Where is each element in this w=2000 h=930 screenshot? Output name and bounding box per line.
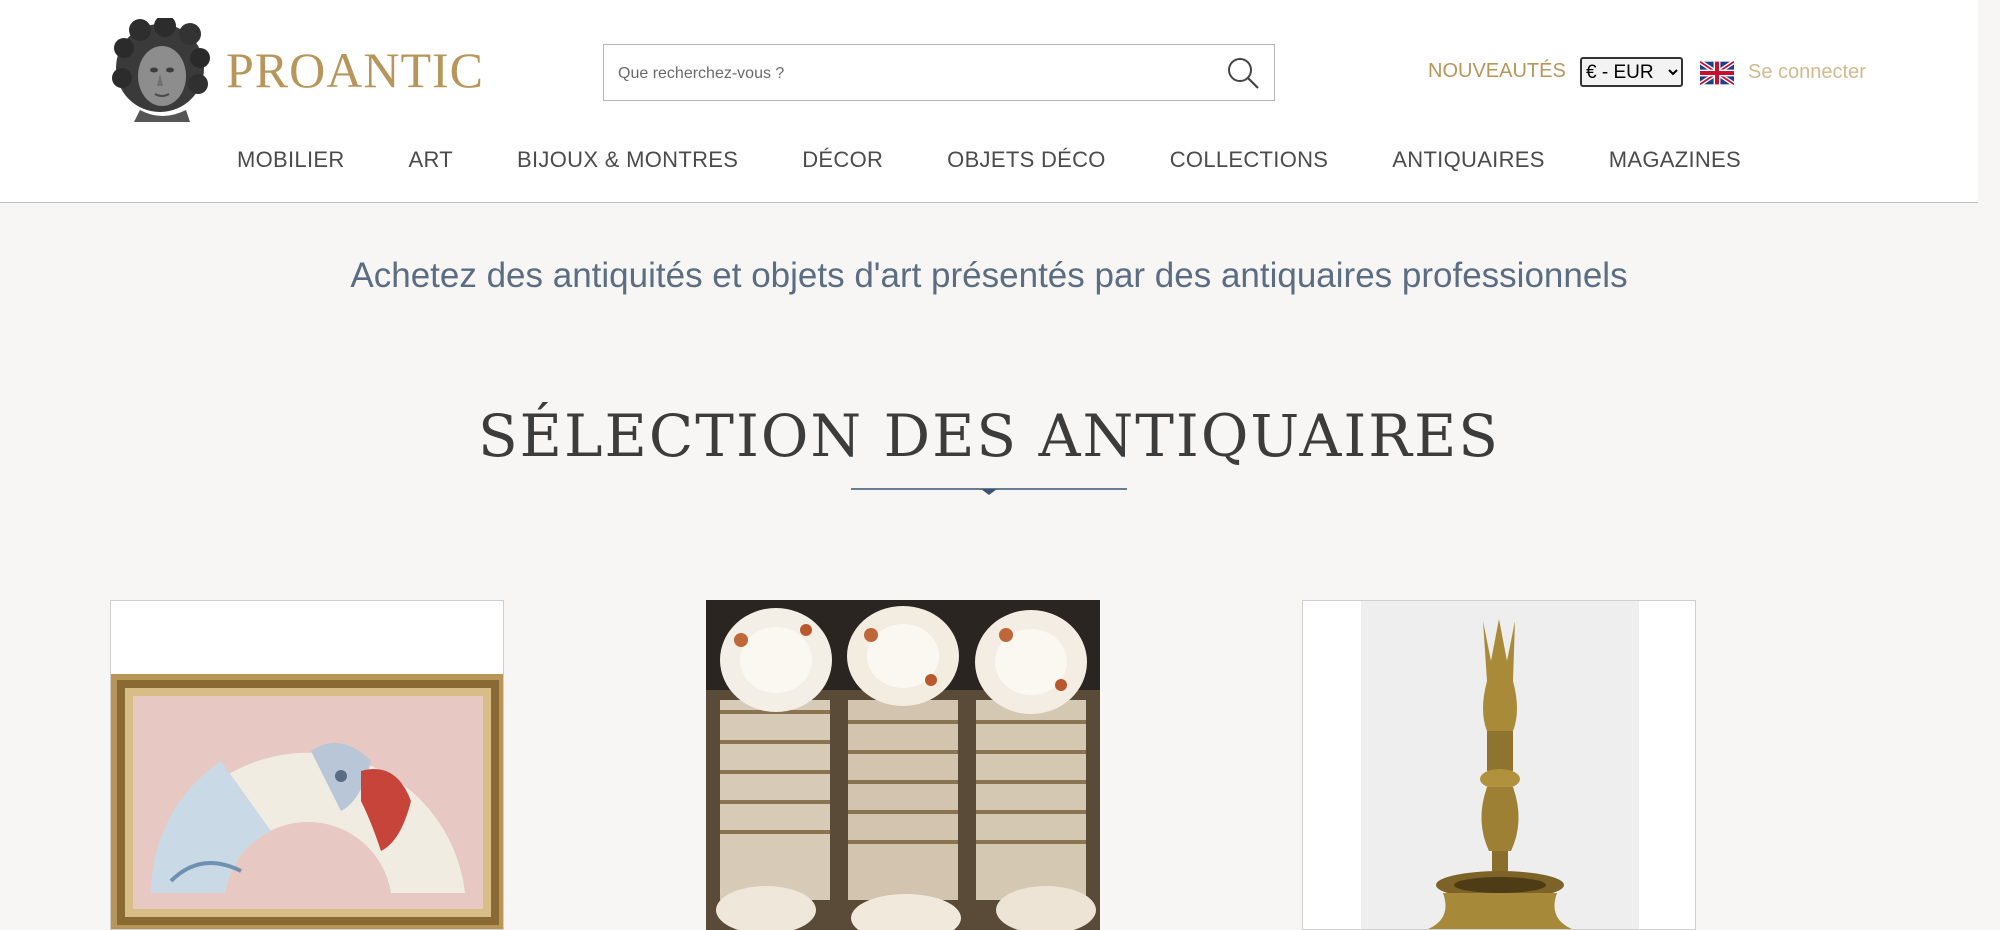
logo-bust-icon xyxy=(110,18,210,122)
logo-text: PROANTIC xyxy=(226,42,485,98)
product-image xyxy=(706,600,1100,930)
product-image xyxy=(111,601,503,929)
currency-select[interactable]: € - EUR xyxy=(1580,57,1683,87)
uk-flag-icon[interactable] xyxy=(1700,61,1734,85)
nav-item-art[interactable]: ART xyxy=(409,147,454,181)
section-title: SÉLECTION DES ANTIQUAIRES xyxy=(477,402,1501,470)
nav-item-magazines[interactable]: MAGAZINES xyxy=(1609,147,1741,181)
search-icon[interactable] xyxy=(1226,56,1260,90)
logo[interactable]: PROANTIC xyxy=(110,18,484,122)
login-link[interactable]: Se connecter xyxy=(1748,61,1866,84)
nav-item-decor[interactable]: DÉCOR xyxy=(802,147,883,181)
main-nav: MOBILIER ART BIJOUX & MONTRES DÉCOR OBJE… xyxy=(0,147,1978,181)
nav-item-bijoux-montres[interactable]: BIJOUX & MONTRES xyxy=(517,147,738,181)
product-image xyxy=(1303,601,1695,929)
product-card-porcelain-plates[interactable] xyxy=(706,600,1100,930)
product-card-fan-painting[interactable] xyxy=(110,600,504,930)
search-box xyxy=(603,44,1275,102)
site-header: PROANTIC NOUVEAUTÉS € - EUR Se connecter… xyxy=(0,0,1978,203)
hero-tagline: Achetez des antiquités et objets d'art p… xyxy=(350,256,1628,295)
product-card-brass-candlestick[interactable] xyxy=(1302,600,1696,930)
nav-item-mobilier[interactable]: MOBILIER xyxy=(237,147,345,181)
nav-item-objets-deco[interactable]: OBJETS DÉCO xyxy=(947,147,1106,181)
nav-item-collections[interactable]: COLLECTIONS xyxy=(1170,147,1329,181)
search-input[interactable] xyxy=(616,45,1220,102)
title-divider xyxy=(851,488,1127,495)
nav-item-antiquaires[interactable]: ANTIQUAIRES xyxy=(1392,147,1544,181)
nouveautes-link[interactable]: NOUVEAUTÉS xyxy=(1428,60,1566,83)
